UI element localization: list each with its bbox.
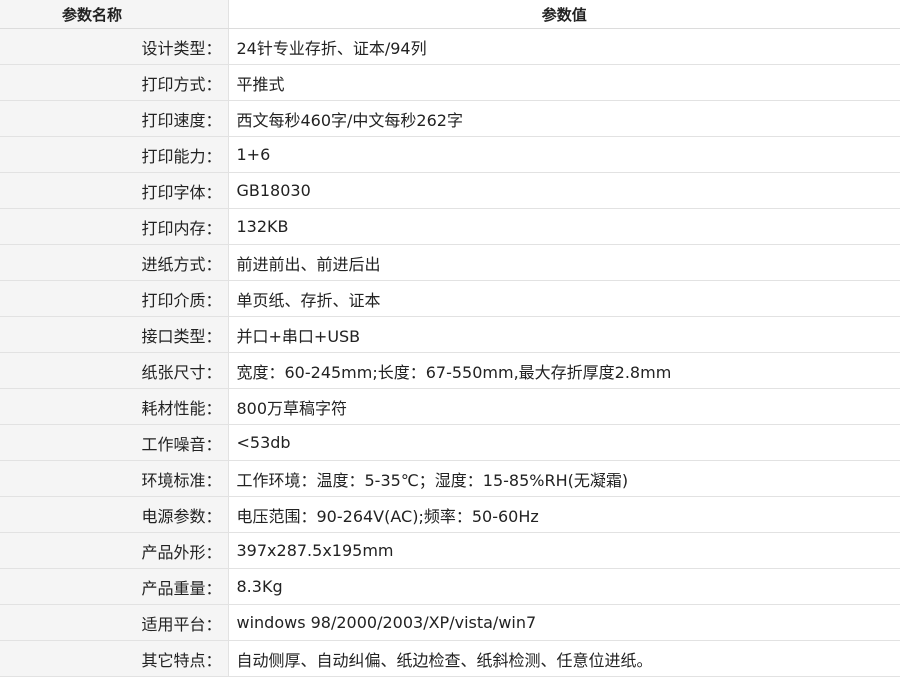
table-row: 产品重量： 8.3Kg bbox=[0, 568, 900, 605]
param-name: 打印速度： bbox=[0, 100, 229, 137]
param-name: 适用平台： bbox=[0, 604, 229, 641]
table-row: 打印字体： GB18030 bbox=[0, 172, 900, 209]
param-value: 8.3Kg bbox=[228, 568, 900, 605]
param-name: 产品重量： bbox=[0, 568, 229, 605]
param-name: 其它特点： bbox=[0, 640, 229, 677]
table-row: 打印能力： 1+6 bbox=[0, 136, 900, 173]
table-row: 适用平台： windows 98/2000/2003/XP/vista/win7 bbox=[0, 604, 900, 641]
param-name: 纸张尺寸： bbox=[0, 352, 229, 389]
param-value: 1+6 bbox=[228, 136, 900, 173]
param-value: 单页纸、存折、证本 bbox=[228, 280, 900, 317]
table-row: 设计类型： 24针专业存折、证本/94列 bbox=[0, 28, 900, 65]
param-value: GB18030 bbox=[228, 172, 900, 209]
param-value: 工作环境：温度：5-35℃；湿度：15-85%RH(无凝霜) bbox=[228, 460, 900, 497]
table-row: 打印内存： 132KB bbox=[0, 208, 900, 245]
table-row: 纸张尺寸： 宽度：60-245mm;长度：67-550mm,最大存折厚度2.8mm bbox=[0, 352, 900, 389]
param-value: 宽度：60-245mm;长度：67-550mm,最大存折厚度2.8mm bbox=[228, 352, 900, 389]
param-name: 打印内存： bbox=[0, 208, 229, 245]
table-row: 工作噪音： <53db bbox=[0, 424, 900, 461]
table-header-row: 参数名称 参数值 bbox=[0, 0, 900, 29]
table-row: 其它特点： 自动侧厚、自动纠偏、纸边检查、纸斜检测、任意位进纸。 bbox=[0, 640, 900, 677]
param-name: 环境标准： bbox=[0, 460, 229, 497]
param-value: 自动侧厚、自动纠偏、纸边检查、纸斜检测、任意位进纸。 bbox=[228, 640, 900, 677]
param-name: 接口类型： bbox=[0, 316, 229, 353]
param-name: 电源参数： bbox=[0, 496, 229, 533]
table-row: 打印方式： 平推式 bbox=[0, 64, 900, 101]
param-name: 设计类型： bbox=[0, 28, 229, 65]
table-row: 电源参数： 电压范围：90-264V(AC);频率：50-60Hz bbox=[0, 496, 900, 533]
param-value: 电压范围：90-264V(AC);频率：50-60Hz bbox=[228, 496, 900, 533]
param-name: 打印字体： bbox=[0, 172, 229, 209]
param-name: 打印介质： bbox=[0, 280, 229, 317]
table-row: 进纸方式： 前进前出、前进后出 bbox=[0, 244, 900, 281]
param-value: windows 98/2000/2003/XP/vista/win7 bbox=[228, 604, 900, 641]
param-name: 耗材性能： bbox=[0, 388, 229, 425]
param-name: 进纸方式： bbox=[0, 244, 229, 281]
param-name: 工作噪音： bbox=[0, 424, 229, 461]
param-value: 前进前出、前进后出 bbox=[228, 244, 900, 281]
table-row: 产品外形： 397x287.5x195mm bbox=[0, 532, 900, 569]
table-row: 环境标准： 工作环境：温度：5-35℃；湿度：15-85%RH(无凝霜) bbox=[0, 460, 900, 497]
param-value: 并口+串口+USB bbox=[228, 316, 900, 353]
table-row: 打印速度： 西文每秒460字/中文每秒262字 bbox=[0, 100, 900, 137]
spec-rows: 设计类型： 24针专业存折、证本/94列 打印方式： 平推式 打印速度： 西文每秒46… bbox=[0, 28, 900, 677]
param-name: 产品外形： bbox=[0, 532, 229, 569]
param-value: 800万草稿字符 bbox=[228, 388, 900, 425]
param-name: 打印能力： bbox=[0, 136, 229, 173]
column-header-value: 参数值 bbox=[228, 0, 900, 29]
table-row: 打印介质： 单页纸、存折、证本 bbox=[0, 280, 900, 317]
param-value: 平推式 bbox=[228, 64, 900, 101]
table-row: 耗材性能： 800万草稿字符 bbox=[0, 388, 900, 425]
param-name: 打印方式： bbox=[0, 64, 229, 101]
column-header-name: 参数名称 bbox=[0, 0, 229, 29]
table-row: 接口类型： 并口+串口+USB bbox=[0, 316, 900, 353]
param-value: 西文每秒460字/中文每秒262字 bbox=[228, 100, 900, 137]
spec-table: 参数名称 参数值 设计类型： 24针专业存折、证本/94列 打印方式： 平推式 打印… bbox=[0, 0, 900, 677]
param-value: <53db bbox=[228, 424, 900, 461]
param-value: 24针专业存折、证本/94列 bbox=[228, 28, 900, 65]
param-value: 397x287.5x195mm bbox=[228, 532, 900, 569]
param-value: 132KB bbox=[228, 208, 900, 245]
